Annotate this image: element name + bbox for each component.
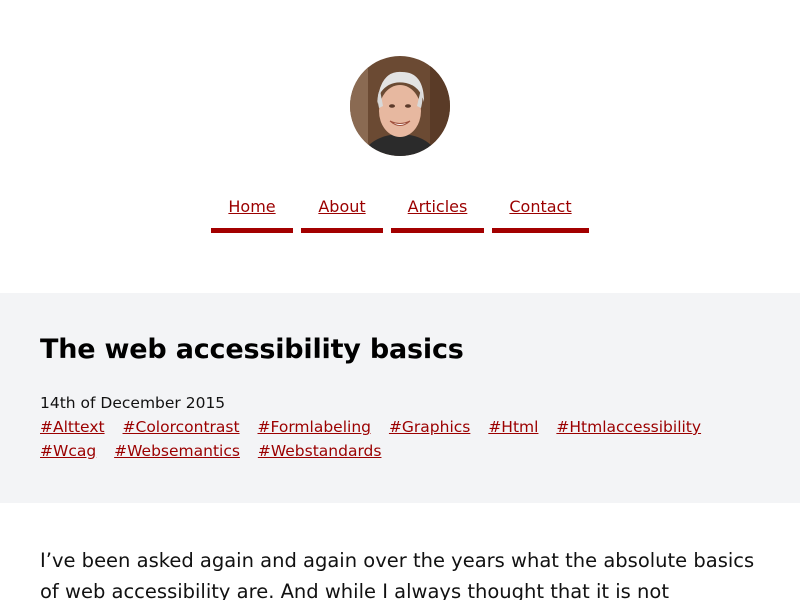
tag-link-webstandards[interactable]: #Webstandards (258, 442, 382, 460)
tag-link-websemantics[interactable]: #Websemantics (114, 442, 240, 460)
tag-link-wcag[interactable]: #Wcag (40, 442, 96, 460)
nav-articles-link[interactable]: Articles (391, 193, 484, 233)
tag-link-graphics[interactable]: #Graphics (389, 418, 470, 436)
tag-link-alttext[interactable]: #Alttext (40, 418, 105, 436)
nav-about-link[interactable]: About (301, 193, 383, 233)
main-nav: Home About Articles Contact (0, 193, 800, 233)
tag-link-html[interactable]: #Html (488, 418, 538, 436)
avatar[interactable] (350, 56, 450, 156)
tag-link-colorcontrast[interactable]: #Colorcontrast (123, 418, 240, 436)
site-header: Home About Articles Contact (0, 0, 800, 293)
article-intro-paragraph: I’ve been asked again and again over the… (40, 549, 755, 600)
tag-link-htmlaccessibility[interactable]: #Htmlaccessibility (556, 418, 701, 436)
nav-contact-link[interactable]: Contact (492, 193, 589, 233)
article-title: The web accessibility basics (40, 334, 464, 365)
nav-home-link[interactable]: Home (211, 193, 293, 233)
avatar-photo-icon (350, 56, 450, 156)
page: Home About Articles Contact The web acce… (0, 0, 800, 600)
tag-link-formlabeling[interactable]: #Formlabeling (258, 418, 372, 436)
post-date: 14th of December 2015 (40, 394, 226, 412)
tag-list: #Alttext #Colorcontrast #Formlabeling #G… (40, 415, 760, 463)
